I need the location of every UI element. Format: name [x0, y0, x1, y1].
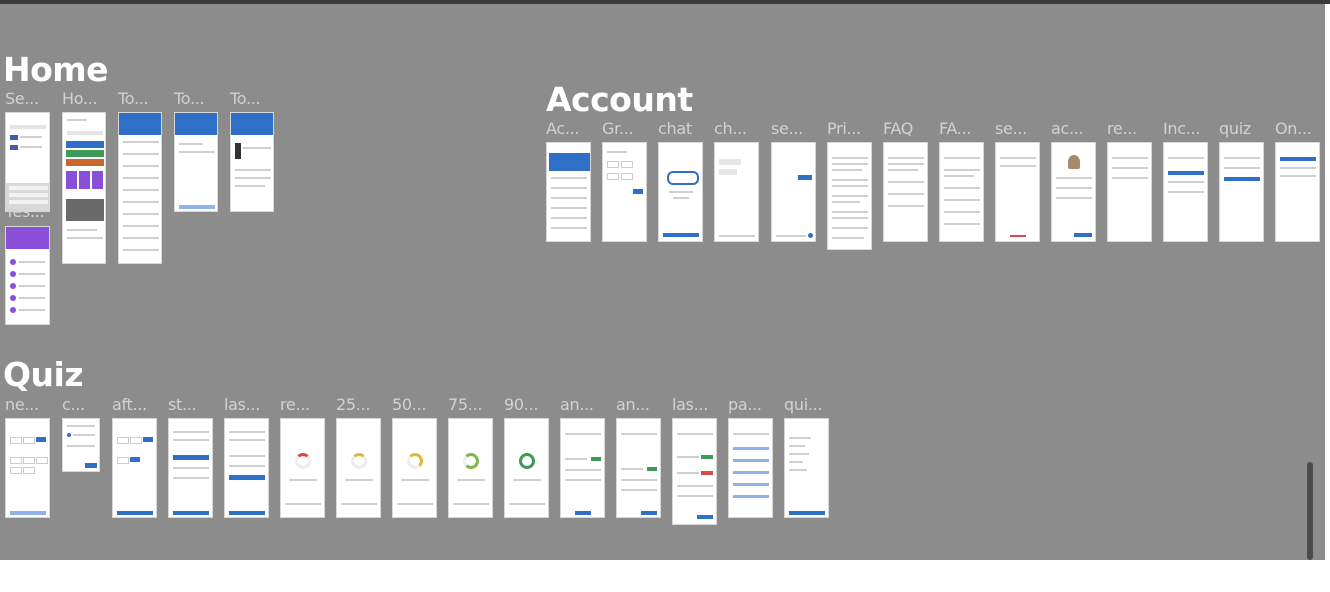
frame-thumbnail[interactable]	[672, 418, 717, 525]
frame-label: To...	[174, 89, 205, 108]
section-title-home: Home	[3, 50, 109, 89]
frame-label: se...	[995, 119, 1027, 138]
section-title-quiz: Quiz	[3, 355, 84, 394]
frame-label: Ac...	[546, 119, 580, 138]
frame-label: ac...	[1051, 119, 1084, 138]
frame-label: las...	[224, 395, 261, 414]
frame-thumbnail[interactable]	[5, 226, 50, 325]
section-title-account: Account	[546, 80, 693, 119]
frame-thumbnail[interactable]	[939, 142, 984, 242]
frame-label: FA...	[939, 119, 972, 138]
frame-thumbnail[interactable]	[168, 418, 213, 518]
frame-thumbnail[interactable]	[995, 142, 1040, 242]
design-canvas[interactable]: Home Se... Ho... To... To... To... Yes..…	[0, 4, 1325, 560]
frame-label: Ho...	[62, 89, 98, 108]
frame-thumbnail[interactable]	[230, 112, 274, 212]
frame-label: 75...	[448, 395, 483, 414]
frame-thumbnail[interactable]	[5, 112, 50, 212]
frame-thumbnail[interactable]	[714, 142, 759, 242]
frame-label: 50...	[392, 395, 427, 414]
frame-thumbnail[interactable]	[1275, 142, 1320, 242]
frame-label: FAQ	[883, 119, 914, 138]
frame-label: an...	[616, 395, 650, 414]
frame-label: quiz	[1219, 119, 1251, 138]
bottom-bar	[0, 560, 1330, 592]
frame-label: st...	[168, 395, 197, 414]
frame-label: re...	[280, 395, 310, 414]
frame-thumbnail[interactable]	[1219, 142, 1264, 242]
frame-thumbnail[interactable]	[62, 112, 106, 264]
frame-thumbnail[interactable]	[616, 418, 661, 518]
frame-label: 90...	[504, 395, 539, 414]
frame-thumbnail[interactable]	[883, 142, 928, 242]
frame-thumbnail[interactable]	[174, 112, 218, 212]
frame-label: Gr...	[602, 119, 634, 138]
frame-label: ch...	[714, 119, 747, 138]
frame-thumbnail[interactable]	[546, 142, 591, 242]
vertical-scrollbar[interactable]	[1307, 462, 1313, 560]
frame-thumbnail[interactable]	[280, 418, 325, 518]
frame-thumbnail[interactable]	[602, 142, 647, 242]
frame-thumbnail[interactable]	[112, 418, 157, 518]
frame-label: chat	[658, 119, 692, 138]
frame-label: aft...	[112, 395, 147, 414]
frame-label: Inc...	[1163, 119, 1201, 138]
frame-label: 25...	[336, 395, 371, 414]
frame-thumbnail[interactable]	[448, 418, 493, 518]
frame-thumbnail[interactable]	[784, 418, 829, 518]
frame-label: se...	[771, 119, 803, 138]
frame-thumbnail[interactable]	[658, 142, 703, 242]
frame-label: To...	[230, 89, 261, 108]
frame-thumbnail[interactable]	[771, 142, 816, 242]
frame-thumbnail[interactable]	[62, 418, 100, 472]
frame-thumbnail[interactable]	[118, 112, 162, 264]
frame-label: an...	[560, 395, 594, 414]
frame-label: qui...	[784, 395, 823, 414]
frame-thumbnail[interactable]	[224, 418, 269, 518]
frame-label: c...	[62, 395, 85, 414]
frame-label: Pri...	[827, 119, 861, 138]
frame-label: On...	[1275, 119, 1312, 138]
frame-label: re...	[1107, 119, 1137, 138]
frame-thumbnail[interactable]	[728, 418, 773, 518]
frame-thumbnail[interactable]	[336, 418, 381, 518]
frame-thumbnail[interactable]	[1163, 142, 1208, 242]
frame-thumbnail[interactable]	[827, 142, 872, 250]
frame-label: las...	[672, 395, 709, 414]
frame-label: Yes...	[5, 202, 45, 221]
frame-thumbnail[interactable]	[504, 418, 549, 518]
frame-thumbnail[interactable]	[392, 418, 437, 518]
canvas-right-edge	[1325, 4, 1330, 560]
frame-thumbnail[interactable]	[5, 418, 50, 518]
frame-label: pa...	[728, 395, 762, 414]
frame-label: ne...	[5, 395, 39, 414]
frame-thumbnail[interactable]	[1051, 142, 1096, 242]
frame-label: To...	[118, 89, 149, 108]
frame-thumbnail[interactable]	[560, 418, 605, 518]
frame-thumbnail[interactable]	[1107, 142, 1152, 242]
frame-label: Se...	[5, 89, 39, 108]
